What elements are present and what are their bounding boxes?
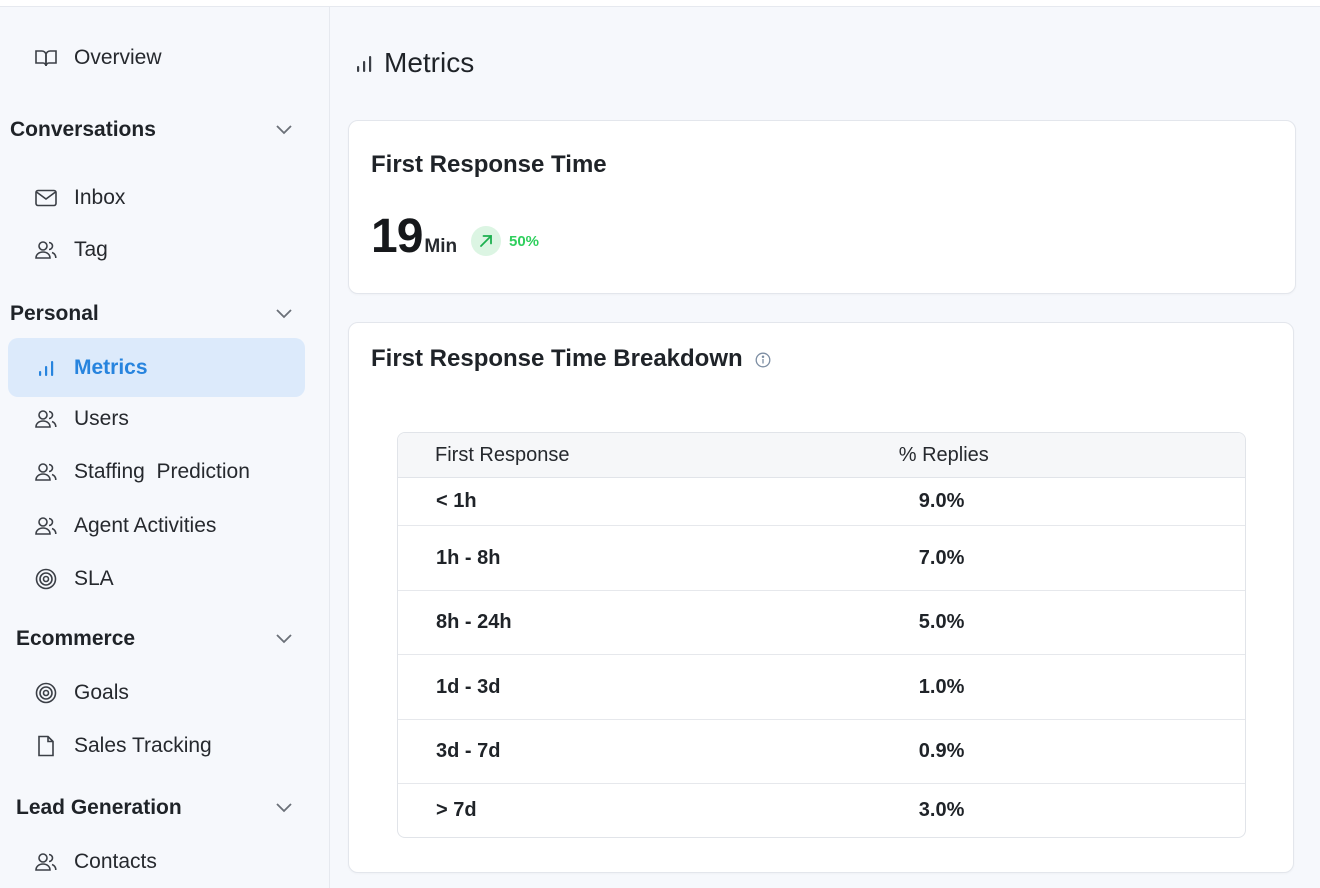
sidebar-item-goals[interactable]: Goals [8,670,305,716]
users-icon [34,850,58,874]
first-response-time-card: First Response Time 19 Min 50% [348,120,1296,294]
sidebar-item-sales-tracking[interactable]: Sales Tracking [8,723,305,769]
arrow-up-right-icon [471,226,501,256]
table-row: 1h - 8h 7.0% [398,526,1245,591]
trend-percent: 50% [509,232,540,250]
sidebar-item-label: Users [74,407,129,430]
stat: 19 Min [371,209,457,264]
file-icon [34,734,58,758]
table-row: 3d - 7d 0.9% [398,720,1245,784]
chevron-down-icon [274,798,294,818]
bar-chart-icon [355,53,375,73]
sidebar: Overview Conversations Inbox Tag Persona… [0,7,330,888]
sidebar-item-tag[interactable]: Tag [8,227,305,273]
table-cell: 8h - 24h [398,591,784,655]
section-label: Conversations [10,118,156,141]
table-cell: 9.0% [783,478,1245,526]
card-title-text: First Response Time Breakdown [371,345,743,372]
stat-value: 19 [371,210,423,263]
trend-badge: 50% [471,226,539,256]
section-label: Lead Generation [16,796,182,819]
sidebar-item-label: Sales Tracking [74,734,212,757]
table-row: < 1h 9.0% [398,478,1245,526]
card-title: First Response Time Breakdown [371,345,771,373]
table-cell: > 7d [436,799,477,821]
page-title: Metrics [355,44,474,82]
sidebar-item-overview[interactable]: Overview [8,35,305,81]
sidebar-item-label: Metrics [74,355,148,379]
section-ecommerce[interactable]: Ecommerce [16,619,310,659]
first-response-time-breakdown-card: First Response Time Breakdown First Resp… [348,322,1294,873]
sidebar-item-label: Inbox [74,186,126,209]
breakdown-table: First Response % Replies < 1h 9.0% 1h - … [397,432,1246,838]
sidebar-item-label: Staffing Prediction [74,460,250,483]
users-icon [34,238,58,262]
users-icon [34,514,58,538]
target-icon [34,681,58,705]
top-bar [0,0,1320,7]
chevron-down-icon [274,120,294,140]
target-icon [34,567,58,591]
table-cell: 7.0% [783,526,1245,591]
sidebar-item-label: Tag [74,238,108,261]
sidebar-item-label: Contacts [74,850,157,873]
sidebar-item-label: SLA [74,567,114,590]
info-icon[interactable] [755,352,771,368]
table-cell: 3d - 7d [398,720,784,784]
column-header: First Response [398,433,784,478]
sidebar-item-metrics[interactable]: Metrics [8,338,305,397]
table-cell: 1.0% [783,655,1245,720]
sidebar-item-label: Goals [74,681,129,704]
chevron-down-icon [274,629,294,649]
table-header-row: First Response % Replies [398,433,1245,478]
table-cell: < 1h [398,478,784,526]
section-personal[interactable]: Personal [10,294,310,334]
card-title: First Response Time [371,151,607,178]
sidebar-item-label: Agent Activities [74,514,217,537]
sidebar-item-label: Overview [74,46,162,69]
section-label: Ecommerce [16,627,136,650]
users-icon [34,407,58,431]
stat-unit: Min [424,236,458,257]
table-row: 8h - 24h 5.0% [398,591,1245,655]
section-lead-generation[interactable]: Lead Generation [16,788,310,828]
bar-chart-icon [34,356,58,380]
sidebar-item-staffing-prediction[interactable]: Staffing Prediction [8,449,305,495]
table-row: 1d - 3d 1.0% [398,655,1245,720]
table-cell: 1d - 3d [398,655,784,720]
sidebar-item-agent-activities[interactable]: Agent Activities [8,503,305,549]
table-cell: 3.0% [918,799,965,821]
table-cell: 1h - 8h [398,526,784,591]
column-header: % Replies [783,433,1245,478]
users-icon [34,460,58,484]
sidebar-item-contacts[interactable]: Contacts [8,839,305,885]
page-title-text: Metrics [384,47,475,78]
sidebar-item-users[interactable]: Users [8,396,305,442]
section-conversations[interactable]: Conversations [10,110,310,150]
mail-icon [34,186,58,210]
table-cell: 0.9% [783,720,1245,784]
section-label: Personal [10,302,99,325]
table-row: > 7d 3.0% [398,784,1245,837]
chevron-down-icon [274,304,294,324]
table-cell: 5.0% [783,591,1245,655]
sidebar-item-sla[interactable]: SLA [8,556,305,602]
sidebar-item-inbox[interactable]: Inbox [8,175,305,221]
book-icon [34,46,58,70]
